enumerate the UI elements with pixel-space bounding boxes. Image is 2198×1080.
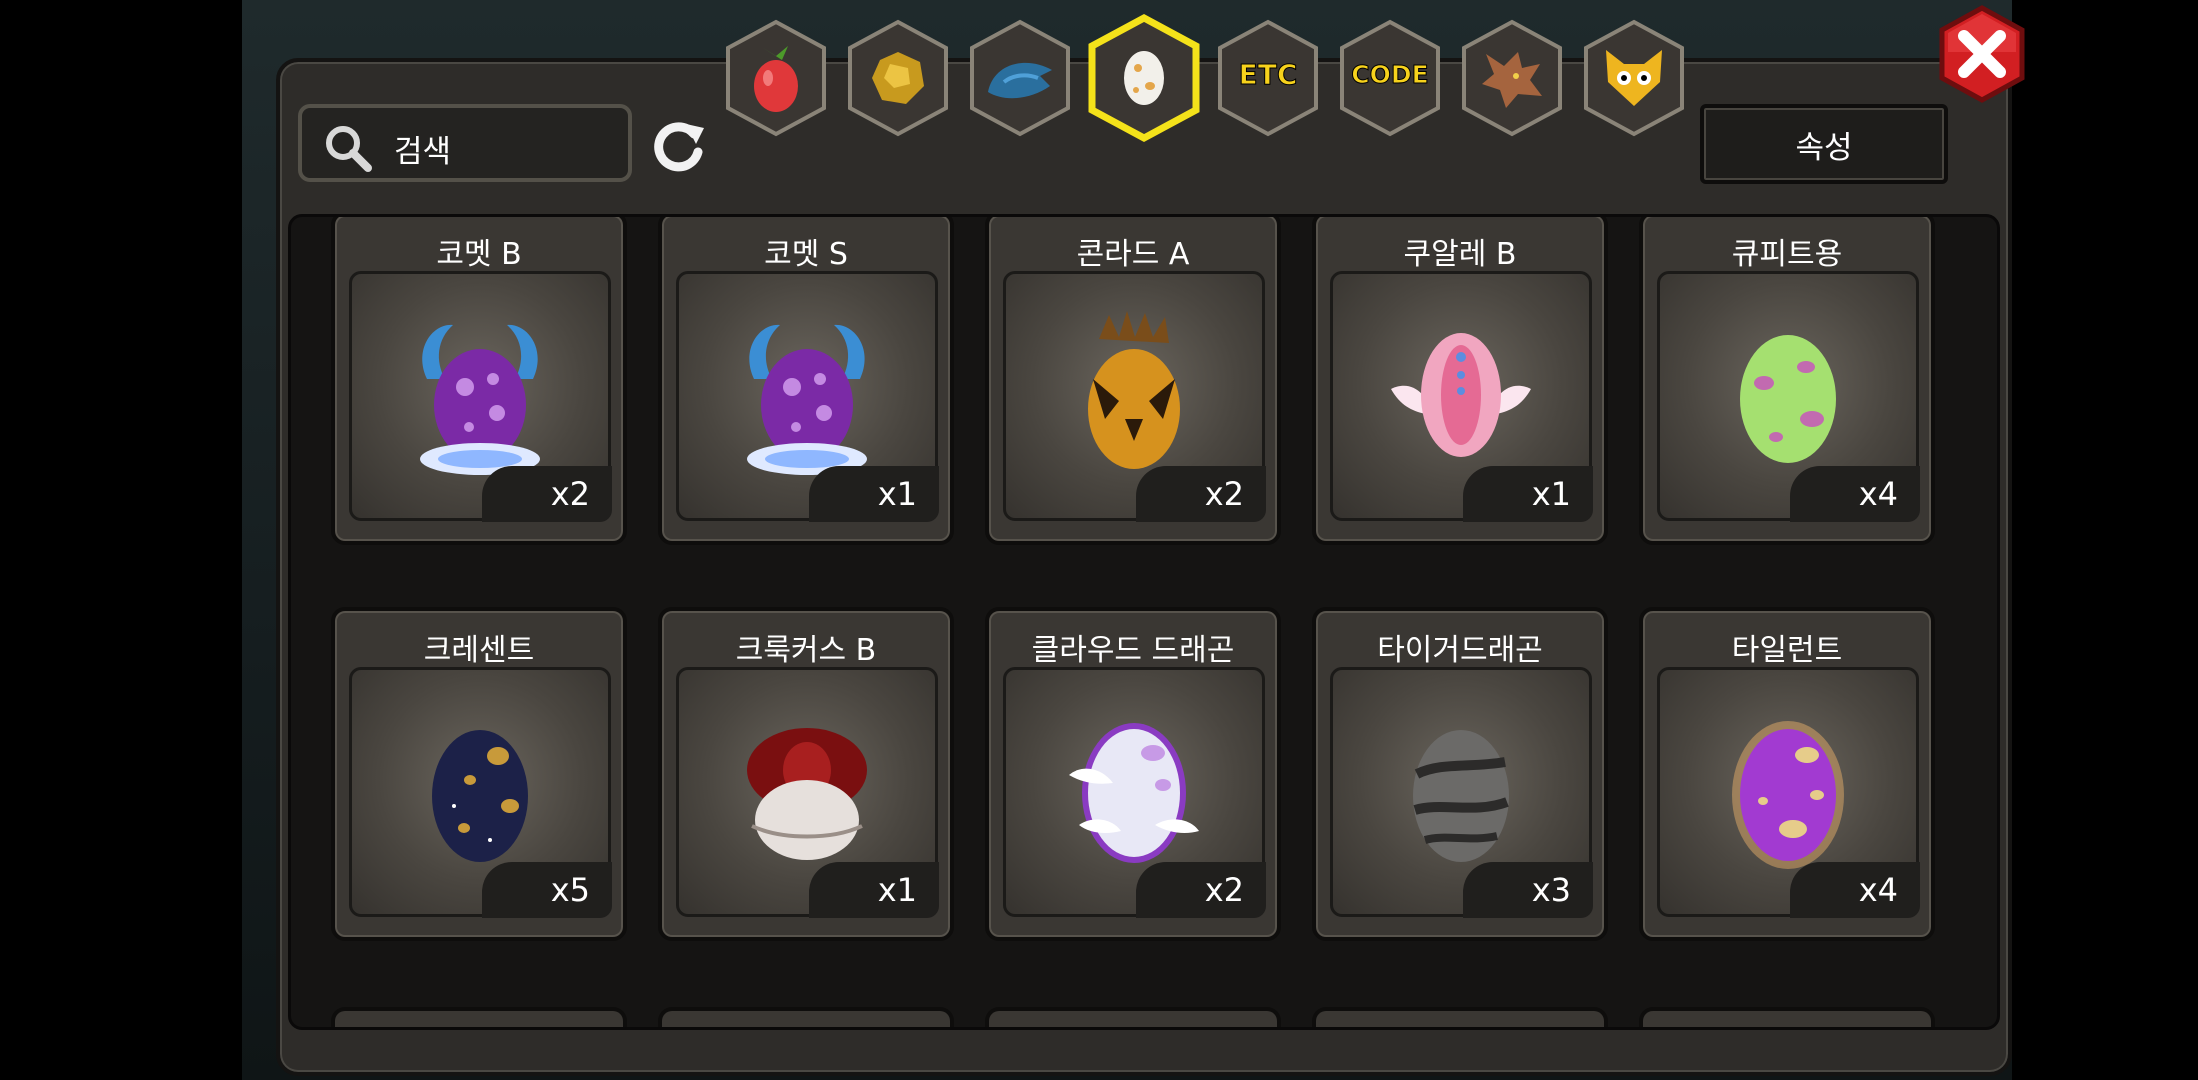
item-image: x5: [349, 667, 612, 918]
item-image: x1: [1330, 271, 1593, 522]
partial-card[interactable]: [1639, 1007, 1935, 1027]
search-icon: [326, 126, 372, 172]
egg-icon: [1381, 319, 1541, 473]
item-image: x2: [1003, 271, 1266, 522]
egg-icon: [1059, 705, 1209, 879]
item-card[interactable]: 코멧 B x2: [331, 217, 627, 545]
tab-creature[interactable]: [964, 18, 1076, 140]
search-input[interactable]: 검색: [298, 104, 632, 182]
egg-icon: [1069, 309, 1199, 483]
egg-icon: [732, 309, 882, 483]
item-name: 타일런트: [1731, 633, 1843, 668]
dragon-icon: [1482, 52, 1542, 108]
letterbox-right: [2012, 0, 2198, 1080]
item-name: 코멧 S: [764, 237, 848, 272]
etc-label: ETC: [1238, 58, 1298, 92]
egg-icon: [732, 710, 882, 874]
item-card[interactable]: 쿠알레 B x1: [1312, 217, 1608, 545]
item-name: 콘라드 A: [1076, 237, 1190, 272]
item-name: 쿠알레 B: [1403, 237, 1517, 272]
partial-card[interactable]: [658, 1007, 954, 1027]
item-image: x4: [1657, 271, 1920, 522]
item-name: 클라우드 드래곤: [1031, 633, 1235, 668]
attribute-button[interactable]: 속성: [1700, 104, 1948, 184]
item-quantity: x4: [1790, 466, 1920, 522]
partial-card[interactable]: [1312, 1007, 1608, 1027]
item-name: 코멧 B: [436, 237, 522, 272]
item-card[interactable]: 타이거드래곤 x3: [1312, 607, 1608, 941]
item-card[interactable]: 타일런트 x4: [1639, 607, 1935, 941]
refresh-icon[interactable]: [648, 116, 710, 178]
tab-code[interactable]: CODE: [1334, 18, 1446, 140]
item-quantity: x2: [1136, 466, 1266, 522]
fruit-icon: [754, 46, 798, 112]
tab-etc[interactable]: ETC: [1212, 18, 1324, 140]
item-image: x4: [1657, 667, 1920, 918]
item-image: x1: [676, 667, 939, 918]
search-placeholder: 검색: [394, 134, 452, 170]
item-quantity: x1: [809, 466, 939, 522]
item-card[interactable]: 콘라드 A x2: [985, 217, 1281, 545]
tab-pet[interactable]: [1578, 18, 1690, 140]
tab-dragon[interactable]: [1456, 18, 1568, 140]
egg-icon: [1124, 51, 1164, 105]
item-card[interactable]: 크룩커스 B x1: [658, 607, 954, 941]
letterbox-left: [0, 0, 242, 1080]
item-quantity: x2: [1136, 862, 1266, 918]
item-image: x2: [349, 271, 612, 522]
partial-card[interactable]: [331, 1007, 627, 1027]
tab-gold[interactable]: [842, 18, 954, 140]
tab-fruit[interactable]: [720, 18, 832, 140]
item-name: 크레센트: [423, 633, 535, 668]
item-card[interactable]: 클라우드 드래곤 x2: [985, 607, 1281, 941]
item-quantity: x5: [482, 862, 612, 918]
item-card[interactable]: 코멧 S x1: [658, 217, 954, 545]
item-card[interactable]: 크레센트 x5: [331, 607, 627, 941]
gold-nugget-icon: [872, 52, 924, 104]
item-image: x3: [1330, 667, 1593, 918]
tab-egg[interactable]: [1086, 14, 1200, 142]
item-name: 큐피트용: [1731, 237, 1843, 272]
item-name: 타이거드래곤: [1377, 633, 1543, 668]
item-name: 크룩커스 B: [735, 633, 877, 668]
egg-icon: [1401, 710, 1521, 874]
item-quantity: x4: [1790, 862, 1920, 918]
item-image: x2: [1003, 667, 1266, 918]
egg-icon: [1723, 705, 1853, 879]
item-quantity: x3: [1463, 862, 1593, 918]
partial-card[interactable]: [985, 1007, 1281, 1027]
egg-icon: [420, 710, 540, 874]
item-quantity: x1: [809, 862, 939, 918]
cat-face-icon: [1606, 50, 1662, 106]
egg-icon: [1728, 319, 1848, 473]
item-card[interactable]: 큐피트용 x4: [1639, 217, 1935, 545]
item-quantity: x2: [482, 466, 612, 522]
code-label: CODE: [1351, 60, 1429, 90]
close-icon[interactable]: [1936, 4, 2028, 104]
item-grid: 코멧 B x2 코멧 S x1 콘라드 A x2 쿠알레 B x1 큐피트용 x4 크레센트 x5 크룩…: [288, 214, 2000, 1030]
item-quantity: x1: [1463, 466, 1593, 522]
item-image: x1: [676, 271, 939, 522]
egg-icon: [405, 309, 555, 483]
blue-creature-icon: [988, 62, 1052, 99]
